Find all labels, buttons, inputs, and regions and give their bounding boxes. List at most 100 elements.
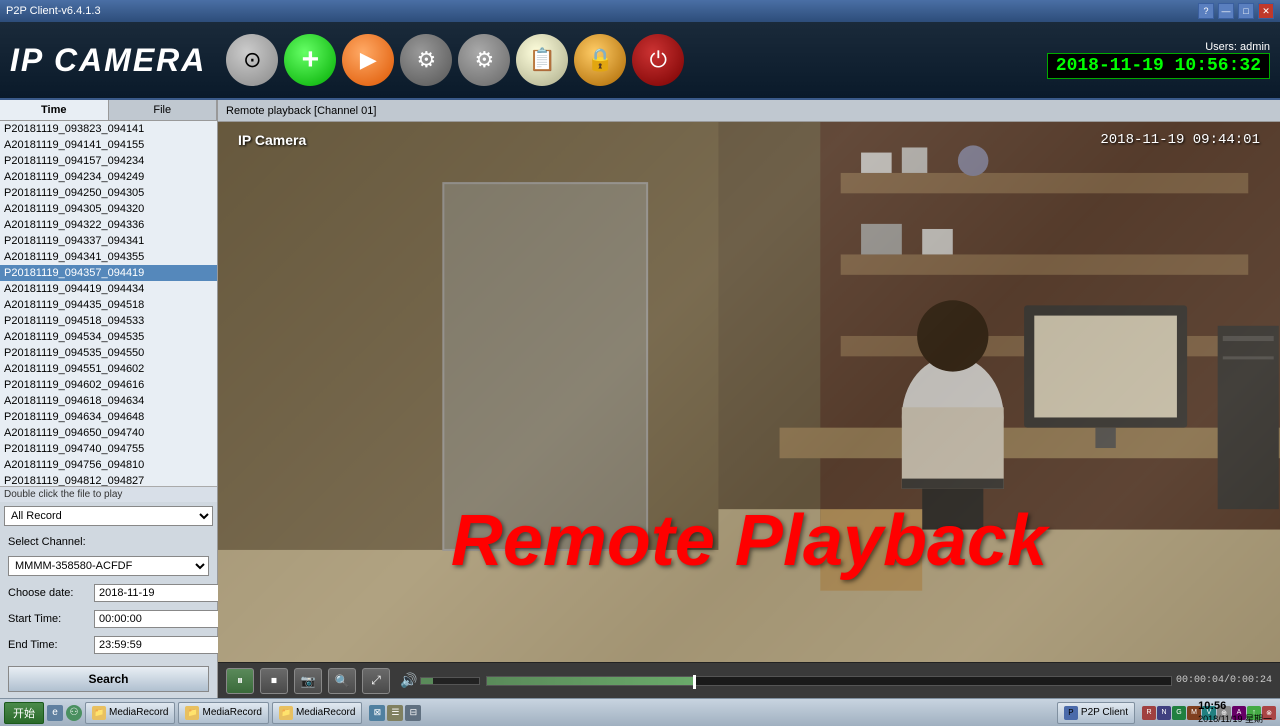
controls-section: Select Channel: MMMM-358580-ACFDF Choose… xyxy=(0,530,217,660)
record-type-section: All Record Alarm Record Normal Record xyxy=(4,506,213,526)
progress-fill xyxy=(487,677,692,685)
p2p-icon: P xyxy=(1064,706,1078,720)
file-list-item[interactable]: A20181119_094419_094434 xyxy=(0,281,217,297)
play-button[interactable]: ▶ xyxy=(342,34,394,86)
file-list-item[interactable]: P20181119_094634_094648 xyxy=(0,409,217,425)
tray-r3[interactable]: G xyxy=(1172,706,1186,720)
tray-r2[interactable]: N xyxy=(1157,706,1171,720)
taskbar-clock: 10:56 2018/11/19 星期一 xyxy=(1198,700,1272,725)
tray-r1[interactable]: R xyxy=(1142,706,1156,720)
taskbar-app-3[interactable]: 📁 MediaRecord xyxy=(272,702,362,724)
start-time-row: Start Time: ⬆⬇ xyxy=(8,610,209,628)
system-tray-icons: ⊠ ☰ ⊟ xyxy=(369,705,421,721)
tab-time[interactable]: Time xyxy=(0,100,109,120)
file-list-item[interactable]: P20181119_094157_094234 xyxy=(0,153,217,169)
app2-icon: 📁 xyxy=(185,706,199,720)
taskbar-p2p-client[interactable]: P P2P Client xyxy=(1057,702,1135,724)
remote-playback-overlay: Remote Playback xyxy=(451,500,1047,582)
progress-section: 00:00:04/0:00:24 xyxy=(486,675,1272,686)
app1-label: MediaRecord xyxy=(109,707,168,718)
taskbar-app-2[interactable]: 📁 MediaRecord xyxy=(178,702,268,724)
date-label: Choose date: xyxy=(8,587,88,599)
volume-bar[interactable] xyxy=(420,677,480,685)
end-time-label: End Time: xyxy=(8,639,88,651)
taskbar-app-1[interactable]: 📁 MediaRecord xyxy=(85,702,175,724)
file-list-item[interactable]: P20181119_094518_094533 xyxy=(0,313,217,329)
datetime-display: 2018-11-19 10:56:32 xyxy=(1047,53,1270,79)
file-list-item[interactable]: A20181119_094650_094740 xyxy=(0,425,217,441)
file-list-item[interactable]: P20181119_094337_094341 xyxy=(0,233,217,249)
minimize-button[interactable]: — xyxy=(1218,3,1234,19)
tray-icon-1[interactable]: ⊠ xyxy=(369,705,385,721)
search-button[interactable]: Search xyxy=(8,666,209,692)
file-list-item[interactable]: A20181119_094534_094535 xyxy=(0,329,217,345)
add-button[interactable]: + xyxy=(284,34,336,86)
tray-icon-3[interactable]: ⊟ xyxy=(405,705,421,721)
power-button[interactable]: ⏻ xyxy=(632,34,684,86)
app3-icon: 📁 xyxy=(279,706,293,720)
header: IP CAMERA ⊙ + ▶ ⚙ ⚙ 📋 🔒 ⏻ Users: admin 2… xyxy=(0,22,1280,100)
header-right: Users: admin 2018-11-19 10:56:32 xyxy=(1047,41,1270,79)
close-button[interactable]: ✕ xyxy=(1258,3,1274,19)
file-list-item[interactable]: A20181119_094756_094810 xyxy=(0,457,217,473)
p2p-label: P2P Client xyxy=(1081,707,1128,718)
file-list-item[interactable]: A20181119_094618_094634 xyxy=(0,393,217,409)
stop-button[interactable]: ⏹ xyxy=(260,668,288,694)
end-time-row: End Time: ⬆⬇ xyxy=(8,636,209,654)
app-logo-title: IP CAMERA xyxy=(10,42,206,79)
pause-button[interactable]: ⏸ xyxy=(226,668,254,694)
volume-icon: 🔊 xyxy=(400,672,417,689)
file-list-item[interactable]: A20181119_094305_094320 xyxy=(0,201,217,217)
progress-bar[interactable] xyxy=(486,676,1172,686)
main-container: Time File P20181119_093823_094141A201811… xyxy=(0,100,1280,698)
file-list-item[interactable]: A20181119_094341_094355 xyxy=(0,249,217,265)
taskbar: 开始 e ⚇ 📁 MediaRecord 📁 MediaRecord 📁 Med… xyxy=(0,698,1280,726)
file-list-item[interactable]: P20181119_094812_094827 xyxy=(0,473,217,486)
volume-fill xyxy=(421,678,433,684)
record-button[interactable]: ⚙ xyxy=(400,34,452,86)
docs-button[interactable]: 📋 xyxy=(516,34,568,86)
fullscreen-button[interactable]: ⤢ xyxy=(362,668,390,694)
zoom-button[interactable]: 🔍 xyxy=(328,668,356,694)
file-list-item[interactable]: P20181119_094535_094550 xyxy=(0,345,217,361)
lock-button[interactable]: 🔒 xyxy=(574,34,626,86)
video-tab-bar: Remote playback [Channel 01] xyxy=(218,100,1280,122)
help-button[interactable]: ? xyxy=(1198,3,1214,19)
file-list[interactable]: P20181119_093823_094141A20181119_094141_… xyxy=(0,121,217,486)
file-list-item[interactable]: P20181119_093823_094141 xyxy=(0,121,217,137)
start-button[interactable]: 开始 xyxy=(4,702,44,724)
app2-label: MediaRecord xyxy=(202,707,261,718)
video-area: Remote playback [Channel 01] xyxy=(218,100,1280,698)
file-list-item[interactable]: P20181119_094602_094616 xyxy=(0,377,217,393)
video-tab-label: Remote playback [Channel 01] xyxy=(226,105,376,117)
tray-icon-2[interactable]: ☰ xyxy=(387,705,403,721)
settings-button[interactable]: ⚙ xyxy=(458,34,510,86)
file-list-item[interactable]: P20181119_094250_094305 xyxy=(0,185,217,201)
user-info: Users: admin xyxy=(1205,41,1270,53)
file-list-item[interactable]: P20181119_094740_094755 xyxy=(0,441,217,457)
channel-input-row: MMMM-358580-ACFDF xyxy=(8,556,209,576)
taskbar-icon-ie[interactable]: e xyxy=(47,705,63,721)
file-list-item[interactable]: A20181119_094551_094602 xyxy=(0,361,217,377)
file-list-item[interactable]: A20181119_094141_094155 xyxy=(0,137,217,153)
start-time-label: Start Time: xyxy=(8,613,88,625)
snapshot-button[interactable]: 📷 xyxy=(294,668,322,694)
file-list-item[interactable]: P20181119_094357_094419 xyxy=(0,265,217,281)
clock-time: 10:56 xyxy=(1198,700,1272,712)
file-list-item[interactable]: A20181119_094435_094518 xyxy=(0,297,217,313)
channel-dropdown[interactable]: MMMM-358580-ACFDF xyxy=(8,556,209,576)
file-list-item[interactable]: A20181119_094322_094336 xyxy=(0,217,217,233)
camera-label: IP Camera xyxy=(238,132,306,148)
hint-text: Double click the file to play xyxy=(0,486,217,502)
taskbar-icon-chrome[interactable]: ⚇ xyxy=(66,705,82,721)
app3-label: MediaRecord xyxy=(296,707,355,718)
date-row: Choose date: ▼ xyxy=(8,584,209,602)
clock-date: 2018/11/19 星期一 xyxy=(1198,712,1272,725)
tab-file[interactable]: File xyxy=(109,100,218,120)
maximize-button[interactable]: □ xyxy=(1238,3,1254,19)
monitor-button[interactable]: ⊙ xyxy=(226,34,278,86)
file-list-item[interactable]: A20181119_094234_094249 xyxy=(0,169,217,185)
record-type-dropdown[interactable]: All Record Alarm Record Normal Record xyxy=(4,506,213,526)
channel-row: Select Channel: xyxy=(8,536,209,548)
title-bar: P2P Client-v6.4.1.3 ? — □ ✕ xyxy=(0,0,1280,22)
